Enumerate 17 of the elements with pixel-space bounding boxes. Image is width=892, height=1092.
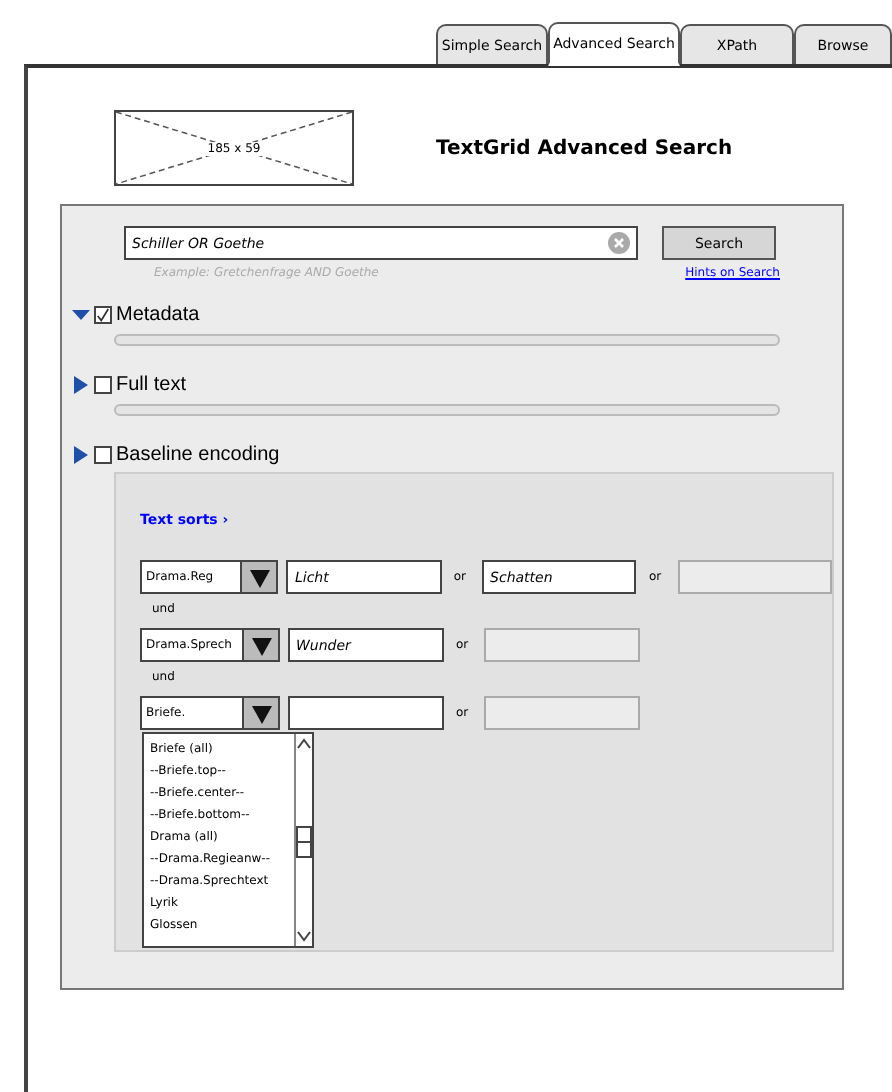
checkbox[interactable] <box>94 376 112 394</box>
checkbox[interactable] <box>94 446 112 464</box>
scroll-thumb[interactable] <box>296 826 312 858</box>
page-title: TextGrid Advanced Search <box>436 137 733 159</box>
section-label: Baseline encoding <box>116 444 280 466</box>
dropdown-arrow-icon <box>251 635 271 655</box>
collapsed-triangle-icon[interactable] <box>72 446 90 464</box>
term-field[interactable] <box>288 696 444 730</box>
scroll-down-icon[interactable] <box>296 930 312 942</box>
dropdown-arrow-icon <box>249 567 270 587</box>
section-label: Metadata <box>116 304 200 326</box>
collapsed-triangle-icon[interactable] <box>72 376 90 394</box>
section-label: Full text <box>116 374 187 396</box>
scroll-up-icon[interactable] <box>296 738 312 750</box>
expanded-triangle-icon[interactable] <box>72 306 90 324</box>
checkbox[interactable] <box>94 306 112 324</box>
dropdown-arrow-icon <box>251 703 271 723</box>
